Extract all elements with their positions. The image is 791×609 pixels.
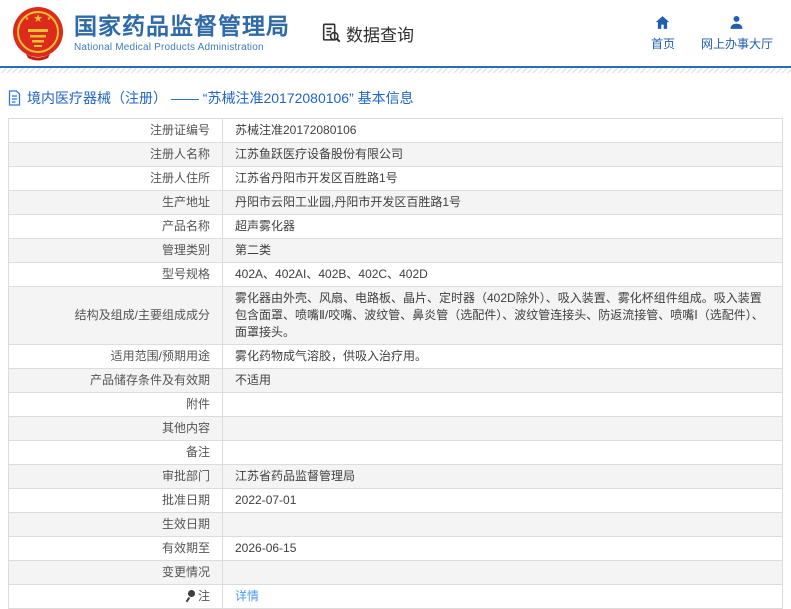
- national-emblem-logo: ★ ★ ★: [13, 7, 63, 61]
- table-row: 注册证编号 苏械注准20172080106: [8, 118, 783, 143]
- data-query-label: 数据查询: [346, 25, 414, 45]
- row-value: 2022-07-01: [222, 488, 783, 513]
- table-row: 批准日期 2022-07-01: [8, 488, 783, 513]
- row-label: 批准日期: [8, 488, 223, 513]
- svg-text:★: ★: [47, 16, 52, 22]
- row-value: 江苏鱼跃医疗设备股份有限公司: [222, 142, 783, 167]
- table-row: 注详情: [8, 584, 783, 609]
- table-row: 适用范围/预期用途 雾化药物成气溶胶，供吸入治疗用。: [8, 344, 783, 369]
- page-header: ★ ★ ★ 国家药品监督管理局 National Medical Product…: [0, 0, 791, 68]
- row-label: 结构及组成/主要组成成分: [8, 286, 223, 345]
- table-row: 型号规格 402A、402AI、402B、402C、402D: [8, 262, 783, 287]
- row-value: [222, 512, 783, 537]
- row-label: 附件: [8, 392, 223, 417]
- nav-item-home[interactable]: 首页: [651, 14, 675, 52]
- row-label: 生效日期: [8, 512, 223, 537]
- table-row: 结构及组成/主要组成成分 雾化器由外壳、风扇、电路板、晶片、定时器（402D除外）…: [8, 286, 783, 345]
- row-label: 注册证编号: [8, 118, 223, 143]
- row-value: 第二类: [222, 238, 783, 263]
- table-row: 产品名称 超声雾化器: [8, 214, 783, 239]
- row-label: 注册人名称: [8, 142, 223, 167]
- nav-item-label: 首页: [650, 37, 675, 51]
- table-row: 其他内容: [8, 416, 783, 441]
- row-value: 超声雾化器: [222, 214, 783, 239]
- org-name-en: National Medical Products Administration: [74, 42, 264, 53]
- page-title: 境内医疗器械（注册） —— “苏械注准20172080106” 基本信息: [27, 90, 414, 106]
- org-name-block: 国家药品监督管理局 National Medical Products Admi…: [74, 13, 290, 53]
- row-value: 详情: [222, 584, 783, 609]
- row-value: 不适用: [222, 368, 783, 393]
- table-row: 产品储存条件及有效期 不适用: [8, 368, 783, 393]
- row-label: 备注: [8, 440, 223, 465]
- row-label: 其他内容: [8, 416, 223, 441]
- table-row: 生效日期: [8, 512, 783, 537]
- row-label: 管理类别: [8, 238, 223, 263]
- row-value: [222, 416, 783, 441]
- row-label: 有效期至: [8, 536, 223, 561]
- info-table-body: 注册证编号 苏械注准20172080106 注册人名称 江苏鱼跃医疗设备股份有限公司注…: [8, 118, 783, 609]
- row-value: 雾化药物成气溶胶，供吸入治疗用。: [222, 344, 783, 369]
- nav-item-label: 网上办事大厅: [700, 37, 773, 51]
- row-value: [222, 440, 783, 465]
- row-label: 适用范围/预期用途: [8, 344, 223, 369]
- row-label: 生产地址: [8, 190, 223, 215]
- table-row: 备注: [8, 440, 783, 465]
- table-row: 注册人住所 江苏省丹阳市开发区百胜路1号: [8, 166, 783, 191]
- svg-text:★: ★: [33, 13, 43, 25]
- row-value: 402A、402AI、402B、402C、402D: [222, 262, 783, 287]
- row-label: 注: [8, 584, 223, 609]
- row-value: 丹阳市云阳工业园,丹阳市开发区百胜路1号: [222, 190, 783, 215]
- row-label: 产品名称: [8, 214, 223, 239]
- row-value: 2026-06-15: [222, 536, 783, 561]
- info-table: 注册证编号 苏械注准20172080106 注册人名称 江苏鱼跃医疗设备股份有限公司注…: [8, 118, 783, 609]
- row-value: 江苏省丹阳市开发区百胜路1号: [222, 166, 783, 191]
- hatched-divider: [0, 68, 791, 73]
- top-nav: 首页 网上办事大厅: [651, 14, 773, 52]
- note-pin-icon: [186, 590, 196, 602]
- table-row: 有效期至 2026-06-15: [8, 536, 783, 561]
- table-row: 管理类别 第二类: [8, 238, 783, 263]
- svg-text:★: ★: [25, 16, 30, 22]
- row-value: 雾化器由外壳、风扇、电路板、晶片、定时器（402D除外）、吸入装置、雾化杯组件组…: [222, 286, 783, 345]
- row-value: 苏械注准20172080106: [222, 118, 783, 143]
- home-icon: [656, 16, 670, 29]
- detail-link[interactable]: 详情: [235, 589, 259, 603]
- table-row: 附件: [8, 392, 783, 417]
- table-row: 审批部门 江苏省药品监督管理局: [8, 464, 783, 489]
- org-name-cn: 国家药品监督管理局: [74, 13, 290, 39]
- page-title-row: 境内医疗器械（注册） —— “苏械注准20172080106” 基本信息: [8, 88, 791, 108]
- nav-item-service-hall[interactable]: 网上办事大厅: [701, 14, 773, 52]
- row-value: 江苏省药品监督管理局: [222, 464, 783, 489]
- document-search-icon: [322, 23, 341, 43]
- user-icon: [730, 15, 744, 29]
- document-icon: [8, 90, 21, 106]
- row-label: 型号规格: [8, 262, 223, 287]
- data-query-entry[interactable]: 数据查询: [320, 21, 414, 46]
- row-label: 注册人住所: [8, 166, 223, 191]
- row-label: 审批部门: [8, 464, 223, 489]
- row-label: 产品储存条件及有效期: [8, 368, 223, 393]
- table-row: 生产地址 丹阳市云阳工业园,丹阳市开发区百胜路1号: [8, 190, 783, 215]
- table-row: 注册人名称 江苏鱼跃医疗设备股份有限公司: [8, 142, 783, 167]
- row-value: [222, 392, 783, 417]
